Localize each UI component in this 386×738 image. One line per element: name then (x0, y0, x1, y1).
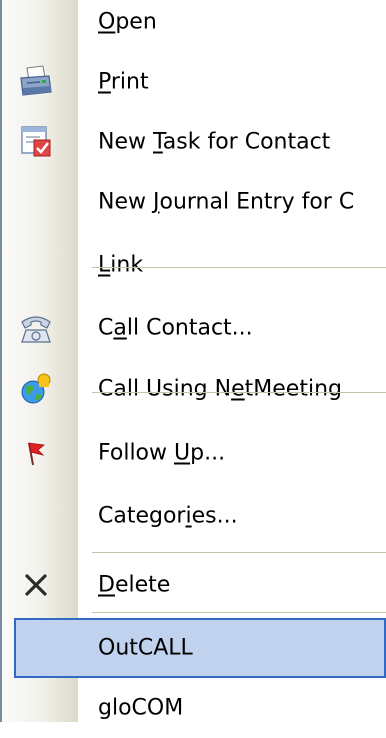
phone-icon (18, 310, 54, 346)
menu-item-label: New Task for Contact (98, 129, 331, 155)
menu-item-outcall[interactable]: OutCALL (14, 618, 386, 678)
menu-item-print[interactable]: Print (2, 52, 386, 112)
menu-item-categories[interactable]: Categories... (2, 486, 386, 546)
task-icon (18, 124, 54, 160)
menu-separator (92, 392, 386, 393)
menu-item-follow-up[interactable]: Follow Up... (2, 423, 386, 483)
menu-item-label: Link (98, 252, 144, 278)
context-menu: Open Print New Task for Contact New Jour… (0, 0, 386, 738)
flag-icon (18, 435, 54, 471)
menu-item-label: Delete (98, 572, 171, 598)
menu-item-label: Categories... (98, 503, 238, 529)
menu-item-label: New Journal Entry for C (98, 189, 355, 215)
menu-item-netmeeting[interactable]: Call Using NetMeeting (2, 359, 386, 419)
menu-item-label: Call Contact... (98, 315, 253, 341)
menu-item-label: Print (98, 69, 149, 95)
menu-item-call-contact[interactable]: Call Contact... (2, 298, 386, 358)
delete-x-icon (18, 567, 54, 603)
menu-item-link[interactable]: Link (2, 235, 386, 295)
menu-item-new-task[interactable]: New Task for Contact (2, 112, 386, 172)
netmeeting-icon (18, 371, 54, 407)
printer-icon (18, 64, 54, 100)
menu-item-open[interactable]: Open (2, 0, 386, 52)
menu-item-label: Follow Up... (98, 440, 226, 466)
menu-item-delete[interactable]: Delete (2, 555, 386, 615)
menu-bottom-edge (0, 722, 386, 738)
menu-item-label: OutCALL (98, 635, 193, 661)
menu-separator (92, 612, 386, 613)
menu-item-label: Open (98, 9, 157, 35)
menu-item-label: Call Using NetMeeting (98, 376, 342, 402)
menu-separator (92, 267, 386, 268)
menu-separator (92, 552, 386, 553)
menu-item-new-journal[interactable]: New Journal Entry for C (2, 172, 386, 232)
menu-item-label: gloCOM (98, 695, 184, 721)
